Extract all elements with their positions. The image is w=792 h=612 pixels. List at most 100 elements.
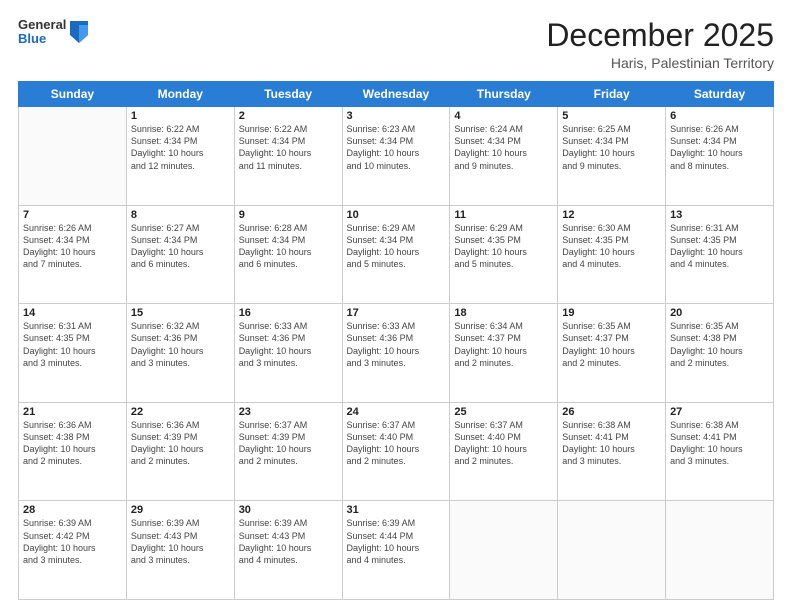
- col-sunday: Sunday: [19, 82, 127, 107]
- day-number: 6: [670, 110, 769, 122]
- day-info: Sunrise: 6:24 AM Sunset: 4:34 PM Dayligh…: [454, 123, 553, 172]
- day-info: Sunrise: 6:34 AM Sunset: 4:37 PM Dayligh…: [454, 320, 553, 369]
- day-info: Sunrise: 6:31 AM Sunset: 4:35 PM Dayligh…: [670, 222, 769, 271]
- day-number: 30: [239, 504, 338, 516]
- day-number: 10: [347, 209, 446, 221]
- day-info: Sunrise: 6:22 AM Sunset: 4:34 PM Dayligh…: [131, 123, 230, 172]
- day-number: 1: [131, 110, 230, 122]
- table-row: 31Sunrise: 6:39 AM Sunset: 4:44 PM Dayli…: [342, 501, 450, 600]
- table-row: 12Sunrise: 6:30 AM Sunset: 4:35 PM Dayli…: [558, 205, 666, 304]
- day-info: Sunrise: 6:30 AM Sunset: 4:35 PM Dayligh…: [562, 222, 661, 271]
- table-row: 14Sunrise: 6:31 AM Sunset: 4:35 PM Dayli…: [19, 304, 127, 403]
- table-row: 29Sunrise: 6:39 AM Sunset: 4:43 PM Dayli…: [126, 501, 234, 600]
- day-number: 14: [23, 307, 122, 319]
- day-number: 17: [347, 307, 446, 319]
- day-number: 13: [670, 209, 769, 221]
- title-area: December 2025 Haris, Palestinian Territo…: [546, 18, 774, 71]
- day-info: Sunrise: 6:35 AM Sunset: 4:38 PM Dayligh…: [670, 320, 769, 369]
- day-number: 21: [23, 406, 122, 418]
- table-row: [19, 107, 127, 206]
- calendar-week-row: 1Sunrise: 6:22 AM Sunset: 4:34 PM Daylig…: [19, 107, 774, 206]
- day-number: 4: [454, 110, 553, 122]
- day-number: 18: [454, 307, 553, 319]
- day-info: Sunrise: 6:22 AM Sunset: 4:34 PM Dayligh…: [239, 123, 338, 172]
- table-row: [666, 501, 774, 600]
- day-info: Sunrise: 6:29 AM Sunset: 4:35 PM Dayligh…: [454, 222, 553, 271]
- col-friday: Friday: [558, 82, 666, 107]
- table-row: 4Sunrise: 6:24 AM Sunset: 4:34 PM Daylig…: [450, 107, 558, 206]
- table-row: 30Sunrise: 6:39 AM Sunset: 4:43 PM Dayli…: [234, 501, 342, 600]
- day-number: 27: [670, 406, 769, 418]
- col-saturday: Saturday: [666, 82, 774, 107]
- day-info: Sunrise: 6:29 AM Sunset: 4:34 PM Dayligh…: [347, 222, 446, 271]
- table-row: 3Sunrise: 6:23 AM Sunset: 4:34 PM Daylig…: [342, 107, 450, 206]
- day-info: Sunrise: 6:37 AM Sunset: 4:40 PM Dayligh…: [454, 419, 553, 468]
- day-number: 20: [670, 307, 769, 319]
- table-row: 24Sunrise: 6:37 AM Sunset: 4:40 PM Dayli…: [342, 402, 450, 501]
- col-wednesday: Wednesday: [342, 82, 450, 107]
- col-tuesday: Tuesday: [234, 82, 342, 107]
- table-row: 21Sunrise: 6:36 AM Sunset: 4:38 PM Dayli…: [19, 402, 127, 501]
- day-info: Sunrise: 6:25 AM Sunset: 4:34 PM Dayligh…: [562, 123, 661, 172]
- table-row: 6Sunrise: 6:26 AM Sunset: 4:34 PM Daylig…: [666, 107, 774, 206]
- table-row: 20Sunrise: 6:35 AM Sunset: 4:38 PM Dayli…: [666, 304, 774, 403]
- day-info: Sunrise: 6:39 AM Sunset: 4:43 PM Dayligh…: [239, 517, 338, 566]
- day-number: 15: [131, 307, 230, 319]
- table-row: 13Sunrise: 6:31 AM Sunset: 4:35 PM Dayli…: [666, 205, 774, 304]
- day-info: Sunrise: 6:36 AM Sunset: 4:38 PM Dayligh…: [23, 419, 122, 468]
- day-number: 28: [23, 504, 122, 516]
- table-row: 18Sunrise: 6:34 AM Sunset: 4:37 PM Dayli…: [450, 304, 558, 403]
- day-info: Sunrise: 6:33 AM Sunset: 4:36 PM Dayligh…: [239, 320, 338, 369]
- calendar-week-row: 28Sunrise: 6:39 AM Sunset: 4:42 PM Dayli…: [19, 501, 774, 600]
- calendar-table: Sunday Monday Tuesday Wednesday Thursday…: [18, 81, 774, 600]
- month-title: December 2025: [546, 18, 774, 53]
- table-row: 10Sunrise: 6:29 AM Sunset: 4:34 PM Dayli…: [342, 205, 450, 304]
- table-row: 27Sunrise: 6:38 AM Sunset: 4:41 PM Dayli…: [666, 402, 774, 501]
- page: General Blue December 2025 Haris, Palest…: [0, 0, 792, 612]
- col-thursday: Thursday: [450, 82, 558, 107]
- day-info: Sunrise: 6:37 AM Sunset: 4:40 PM Dayligh…: [347, 419, 446, 468]
- col-monday: Monday: [126, 82, 234, 107]
- table-row: [450, 501, 558, 600]
- logo: General Blue: [18, 18, 88, 47]
- table-row: 17Sunrise: 6:33 AM Sunset: 4:36 PM Dayli…: [342, 304, 450, 403]
- table-row: 28Sunrise: 6:39 AM Sunset: 4:42 PM Dayli…: [19, 501, 127, 600]
- table-row: 7Sunrise: 6:26 AM Sunset: 4:34 PM Daylig…: [19, 205, 127, 304]
- logo-icon: [70, 21, 88, 43]
- day-number: 19: [562, 307, 661, 319]
- calendar-header-row: Sunday Monday Tuesday Wednesday Thursday…: [19, 82, 774, 107]
- day-info: Sunrise: 6:23 AM Sunset: 4:34 PM Dayligh…: [347, 123, 446, 172]
- day-number: 8: [131, 209, 230, 221]
- day-info: Sunrise: 6:39 AM Sunset: 4:43 PM Dayligh…: [131, 517, 230, 566]
- day-number: 16: [239, 307, 338, 319]
- day-info: Sunrise: 6:39 AM Sunset: 4:42 PM Dayligh…: [23, 517, 122, 566]
- day-number: 5: [562, 110, 661, 122]
- table-row: [558, 501, 666, 600]
- table-row: 8Sunrise: 6:27 AM Sunset: 4:34 PM Daylig…: [126, 205, 234, 304]
- table-row: 11Sunrise: 6:29 AM Sunset: 4:35 PM Dayli…: [450, 205, 558, 304]
- day-number: 7: [23, 209, 122, 221]
- day-number: 3: [347, 110, 446, 122]
- calendar-week-row: 7Sunrise: 6:26 AM Sunset: 4:34 PM Daylig…: [19, 205, 774, 304]
- calendar-week-row: 14Sunrise: 6:31 AM Sunset: 4:35 PM Dayli…: [19, 304, 774, 403]
- header: General Blue December 2025 Haris, Palest…: [18, 18, 774, 71]
- table-row: 5Sunrise: 6:25 AM Sunset: 4:34 PM Daylig…: [558, 107, 666, 206]
- logo-text: General Blue: [18, 18, 66, 47]
- day-info: Sunrise: 6:27 AM Sunset: 4:34 PM Dayligh…: [131, 222, 230, 271]
- day-info: Sunrise: 6:39 AM Sunset: 4:44 PM Dayligh…: [347, 517, 446, 566]
- day-number: 12: [562, 209, 661, 221]
- table-row: 1Sunrise: 6:22 AM Sunset: 4:34 PM Daylig…: [126, 107, 234, 206]
- day-info: Sunrise: 6:32 AM Sunset: 4:36 PM Dayligh…: [131, 320, 230, 369]
- day-number: 9: [239, 209, 338, 221]
- day-number: 22: [131, 406, 230, 418]
- table-row: 22Sunrise: 6:36 AM Sunset: 4:39 PM Dayli…: [126, 402, 234, 501]
- day-info: Sunrise: 6:35 AM Sunset: 4:37 PM Dayligh…: [562, 320, 661, 369]
- table-row: 9Sunrise: 6:28 AM Sunset: 4:34 PM Daylig…: [234, 205, 342, 304]
- table-row: 15Sunrise: 6:32 AM Sunset: 4:36 PM Dayli…: [126, 304, 234, 403]
- day-info: Sunrise: 6:33 AM Sunset: 4:36 PM Dayligh…: [347, 320, 446, 369]
- day-info: Sunrise: 6:38 AM Sunset: 4:41 PM Dayligh…: [670, 419, 769, 468]
- day-info: Sunrise: 6:31 AM Sunset: 4:35 PM Dayligh…: [23, 320, 122, 369]
- day-info: Sunrise: 6:26 AM Sunset: 4:34 PM Dayligh…: [23, 222, 122, 271]
- logo-general: General: [18, 18, 66, 32]
- table-row: 2Sunrise: 6:22 AM Sunset: 4:34 PM Daylig…: [234, 107, 342, 206]
